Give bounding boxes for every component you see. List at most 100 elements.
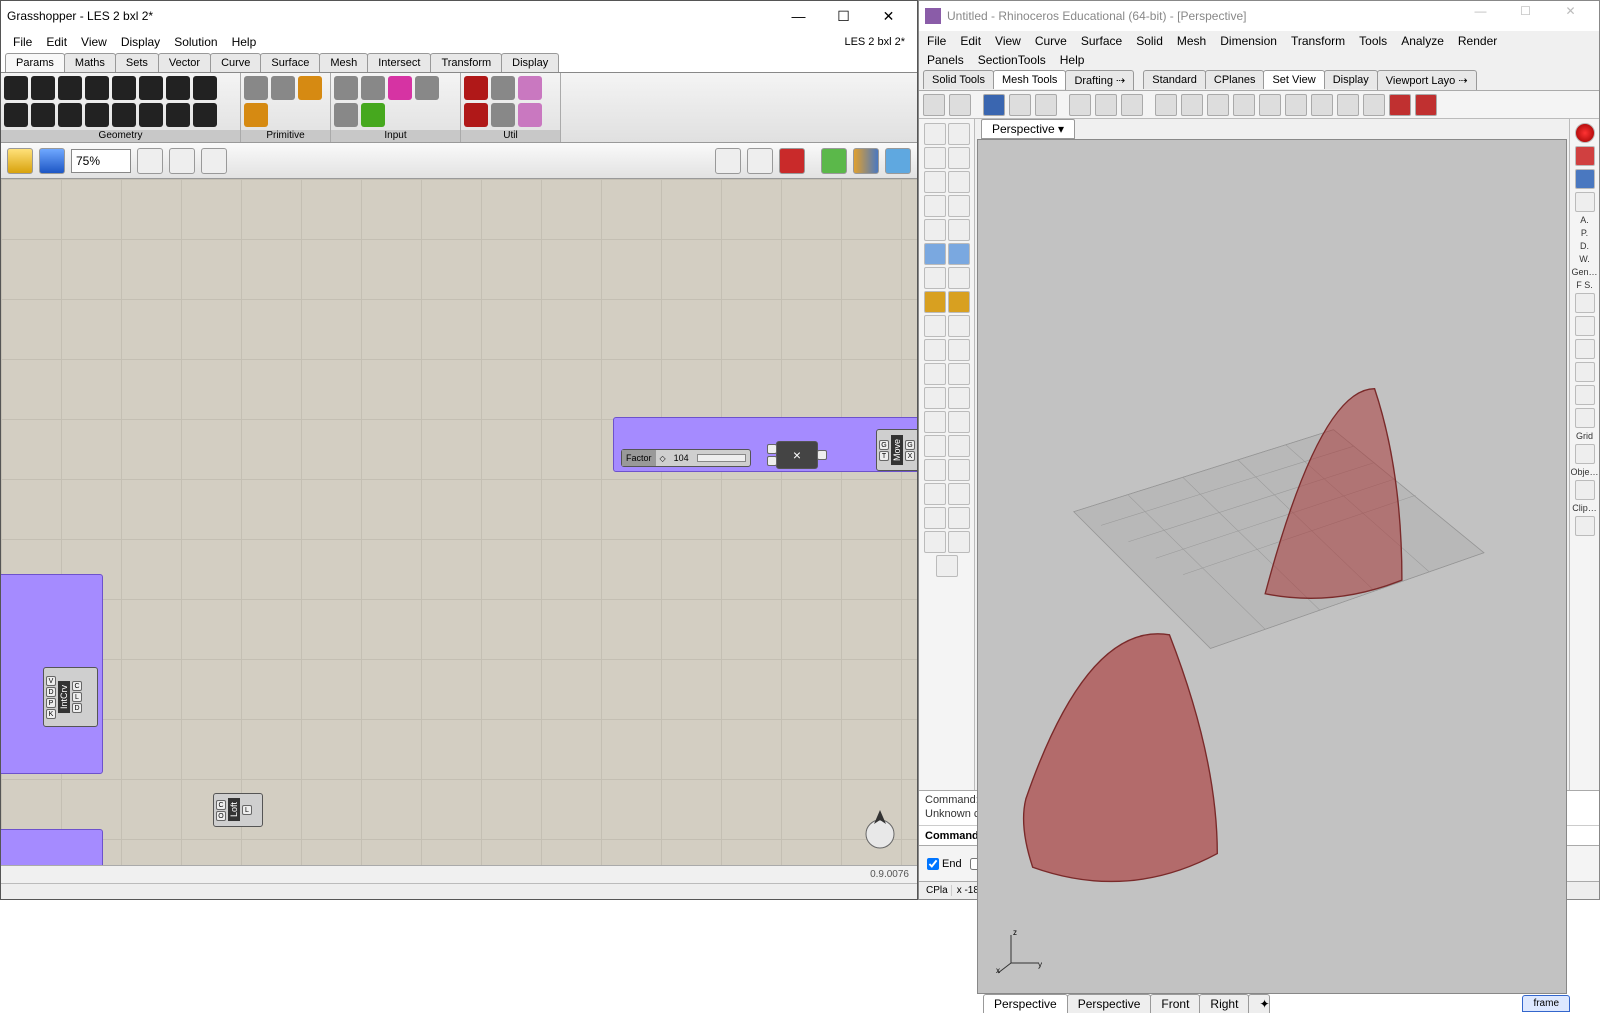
vp-tab-front[interactable]: Front <box>1150 994 1200 1013</box>
rh-menu-file[interactable]: File <box>927 34 946 48</box>
ribbon-icon[interactable] <box>244 76 268 100</box>
rh-menu-surface[interactable]: Surface <box>1081 34 1122 48</box>
tool-icon[interactable] <box>948 243 970 265</box>
tb-icon[interactable] <box>949 94 971 116</box>
ribbon-icon[interactable] <box>244 103 268 127</box>
status-cell[interactable]: CPla <box>923 885 952 896</box>
port[interactable]: V <box>46 676 56 686</box>
preview-toggle-button[interactable] <box>169 148 195 174</box>
rh-minimize-button[interactable]: — <box>1458 4 1503 28</box>
tool-icon[interactable] <box>924 507 946 529</box>
ribbon-icon[interactable] <box>388 76 412 100</box>
tool-icon[interactable] <box>924 531 946 553</box>
gh-tab-curve[interactable]: Curve <box>210 53 261 72</box>
rh-menu-render[interactable]: Render <box>1458 34 1497 48</box>
ribbon-icon[interactable] <box>31 76 55 100</box>
viewport-3d[interactable]: z y x <box>977 139 1567 994</box>
panel-icon[interactable] <box>1575 408 1595 428</box>
port[interactable]: D <box>72 703 82 713</box>
tool-icon[interactable] <box>948 147 970 169</box>
rh-tab-solidtools[interactable]: Solid Tools <box>923 70 994 89</box>
ribbon-icon[interactable] <box>139 76 163 100</box>
tool-icon[interactable] <box>924 195 946 217</box>
ribbon-icon[interactable] <box>334 76 358 100</box>
rh-menu-panels[interactable]: Panels <box>927 53 964 67</box>
gh-menu-help[interactable]: Help <box>232 35 257 49</box>
tool-icon[interactable] <box>936 555 958 577</box>
vp-tab-perspective-2[interactable]: Perspective <box>1067 994 1152 1013</box>
ribbon-icon[interactable] <box>58 103 82 127</box>
tb-icon[interactable] <box>1389 94 1411 116</box>
rh-tab-setview[interactable]: Set View <box>1263 70 1324 89</box>
zoom-select[interactable] <box>71 149 131 173</box>
tb-icon[interactable] <box>1311 94 1333 116</box>
tool-icon[interactable] <box>924 387 946 409</box>
ribbon-icon[interactable] <box>518 103 542 127</box>
tool-icon[interactable] <box>924 363 946 385</box>
tool-icon[interactable] <box>948 267 970 289</box>
rh-tab-meshtools[interactable]: Mesh Tools <box>993 70 1066 89</box>
preview-blue-button[interactable] <box>885 148 911 174</box>
render-icon[interactable] <box>1575 123 1595 143</box>
viewport-label[interactable]: Perspective ▾ <box>981 119 1075 139</box>
tool-icon[interactable] <box>948 219 970 241</box>
rh-menu-curve[interactable]: Curve <box>1035 34 1067 48</box>
port-out[interactable]: X <box>905 451 915 461</box>
ribbon-icon[interactable] <box>166 76 190 100</box>
port[interactable]: O <box>216 811 226 821</box>
gh-tab-vector[interactable]: Vector <box>158 53 211 72</box>
port-in[interactable] <box>767 456 777 466</box>
ribbon-icon[interactable] <box>4 103 28 127</box>
gh-close-button[interactable]: ✕ <box>866 3 911 29</box>
rh-menu-edit[interactable]: Edit <box>960 34 981 48</box>
ribbon-icon[interactable] <box>58 76 82 100</box>
sketch-button[interactable] <box>201 148 227 174</box>
ribbon-icon[interactable] <box>4 76 28 100</box>
port[interactable]: C <box>216 800 226 810</box>
tb-icon[interactable] <box>1337 94 1359 116</box>
gh-maximize-button[interactable]: ☐ <box>821 3 866 29</box>
ribbon-icon[interactable] <box>193 76 217 100</box>
panel-icon[interactable] <box>1575 339 1595 359</box>
rh-menu-view[interactable]: View <box>995 34 1021 48</box>
tool-icon[interactable] <box>948 315 970 337</box>
tool-icon[interactable] <box>948 411 970 433</box>
loft-component[interactable]: CO Loft L <box>213 793 263 827</box>
tool-icon[interactable] <box>924 483 946 505</box>
layers-icon[interactable] <box>1575 146 1595 166</box>
rh-menu-mesh[interactable]: Mesh <box>1177 34 1206 48</box>
tool-icon[interactable] <box>924 243 946 265</box>
panel-icon[interactable] <box>1575 362 1595 382</box>
group[interactable] <box>1 829 103 865</box>
ribbon-icon[interactable] <box>361 76 385 100</box>
vp-tab-perspective[interactable]: Perspective <box>983 994 1068 1013</box>
rh-menu-solid[interactable]: Solid <box>1136 34 1163 48</box>
tb-icon[interactable] <box>1181 94 1203 116</box>
tb-icon[interactable] <box>1415 94 1437 116</box>
port-in[interactable]: T <box>879 451 889 461</box>
osnap-end[interactable]: End <box>927 858 962 870</box>
tool-icon[interactable] <box>948 507 970 529</box>
gh-tab-transform[interactable]: Transform <box>430 53 502 72</box>
tool-icon[interactable] <box>948 171 970 193</box>
tb-icon[interactable] <box>1363 94 1385 116</box>
tool-icon[interactable] <box>948 339 970 361</box>
display-mode-button[interactable] <box>715 148 741 174</box>
ribbon-icon[interactable] <box>361 103 385 127</box>
tool-icon[interactable] <box>948 459 970 481</box>
ribbon-icon[interactable] <box>464 76 488 100</box>
tool-icon[interactable] <box>948 531 970 553</box>
tool-icon[interactable] <box>924 147 946 169</box>
gh-menu-file[interactable]: File <box>13 35 32 49</box>
gh-canvas[interactable]: Factor ◇ 104 × GT Move GX VDPK IntCrv CL… <box>1 179 917 865</box>
number-slider[interactable]: Factor ◇ 104 <box>621 449 751 467</box>
multiply-component[interactable]: × <box>776 441 818 469</box>
tool-icon[interactable] <box>924 291 946 313</box>
port-in[interactable]: G <box>879 440 889 450</box>
gh-menu-view[interactable]: View <box>81 35 107 49</box>
ribbon-icon[interactable] <box>193 103 217 127</box>
rh-tab-standard[interactable]: Standard <box>1143 70 1206 89</box>
tool-icon[interactable] <box>948 123 970 145</box>
rh-menu-transform[interactable]: Transform <box>1291 34 1345 48</box>
rh-menu-sectiontools[interactable]: SectionTools <box>978 53 1046 67</box>
